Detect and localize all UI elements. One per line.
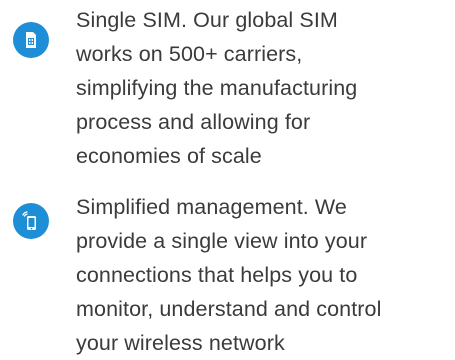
- feature-simplified-management: Simplified management. We provide a sing…: [0, 187, 455, 360]
- feature-line: Single SIM. Our global SIM: [76, 8, 338, 32]
- feature-simplified-management-text: Simplified management. We provide a sing…: [76, 187, 455, 360]
- feature-line: simplifying the manufacturing: [76, 76, 358, 100]
- feature-line: economies of scale: [76, 144, 262, 168]
- feature-line: your wireless network: [76, 331, 285, 355]
- feature-single-sim-text: Single SIM. Our global SIM works on 500+…: [76, 0, 455, 173]
- sim-card-icon: [13, 22, 49, 58]
- feature-line: Simplified management. We: [76, 195, 347, 219]
- feature-line: provide a single view into your: [76, 229, 368, 253]
- feature-line: works on 500+ carriers,: [76, 42, 303, 66]
- feature-line: connections that helps you to: [76, 263, 358, 287]
- feature-line: monitor, understand and control: [76, 297, 382, 321]
- mobile-signal-icon: [13, 203, 49, 239]
- feature-single-sim: Single SIM. Our global SIM works on 500+…: [0, 0, 455, 173]
- feature-line: process and allowing for: [76, 110, 311, 134]
